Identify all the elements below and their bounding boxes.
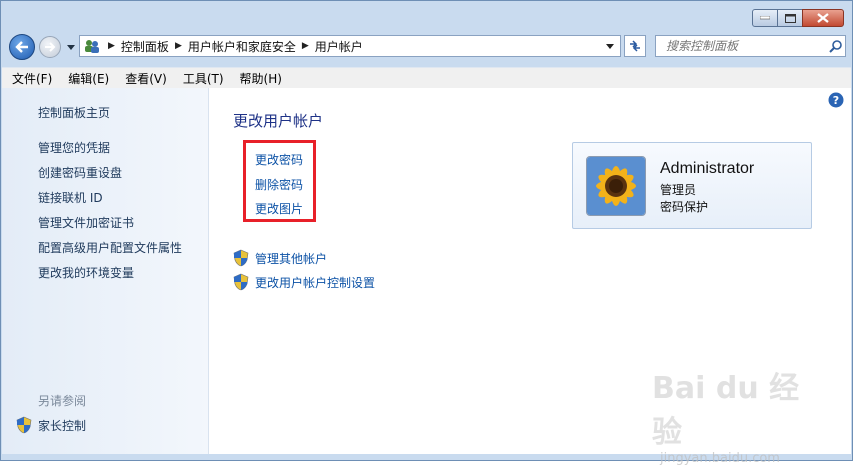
svg-text:?: ? <box>833 94 839 107</box>
parental-controls-label: 家长控制 <box>38 418 87 433</box>
back-button[interactable] <box>9 34 35 60</box>
close-icon <box>817 13 829 23</box>
user-account-card: Administrator 管理员 密码保护 <box>572 142 812 229</box>
sidebar-item-manage-credentials[interactable]: 管理您的凭据 <box>38 139 110 156</box>
search-input[interactable] <box>664 38 828 54</box>
refresh-icon <box>630 40 640 52</box>
breadcrumb-user-accounts[interactable]: 用户帐户 <box>315 38 363 55</box>
sidebar-item-environment-variables[interactable]: 更改我的环境变量 <box>38 264 134 281</box>
shield-icon <box>16 416 32 434</box>
see-also-heading: 另请参阅 <box>38 394 87 408</box>
maximize-button[interactable] <box>777 9 803 27</box>
breadcrumb-control-panel[interactable]: 控制面板 <box>121 38 169 55</box>
sidebar: 控制面板主页 管理您的凭据 创建密码重设盘 链接联机 ID 管理文件加密证书 配… <box>2 88 209 454</box>
content-area: 控制面板主页 管理您的凭据 创建密码重设盘 链接联机 ID 管理文件加密证书 配… <box>2 88 851 466</box>
sidebar-item-password-reset-disk[interactable]: 创建密码重设盘 <box>38 164 122 181</box>
address-bar[interactable]: ▶ 控制面板 ▶ 用户帐户和家庭安全 ▶ 用户帐户 <box>79 35 621 57</box>
chevron-down-icon <box>606 43 614 49</box>
user-role: 管理员 <box>660 183 697 197</box>
breadcrumb-separator-icon[interactable]: ▶ <box>175 41 182 51</box>
sidebar-item-parental-controls[interactable]: 家长控制 <box>16 416 86 434</box>
change-password-link[interactable]: 更改密码 <box>255 151 303 168</box>
sunflower-picture-icon <box>587 157 645 215</box>
recent-pages-button[interactable] <box>65 41 77 53</box>
shield-icon <box>233 249 249 267</box>
manage-other-accounts-label: 管理其他帐户 <box>255 251 328 266</box>
navigation-bar: ▶ 控制面板 ▶ 用户帐户和家庭安全 ▶ 用户帐户 <box>9 34 846 60</box>
breadcrumb-user-accounts-family[interactable]: 用户帐户和家庭安全 <box>188 38 296 55</box>
sidebar-item-advanced-profile-properties[interactable]: 配置高级用户配置文件属性 <box>38 239 182 256</box>
uac-settings-label: 更改用户帐户控制设置 <box>255 275 376 290</box>
avatar <box>586 156 646 216</box>
maximize-icon <box>784 13 796 23</box>
sidebar-item-link-online-id[interactable]: 链接联机 ID <box>38 189 103 206</box>
forward-button[interactable] <box>39 36 61 58</box>
address-dropdown-button[interactable] <box>600 36 620 56</box>
search-icon <box>828 39 842 53</box>
page-title: 更改用户帐户 <box>233 112 324 130</box>
menu-file[interactable]: 文件(F) <box>2 70 58 87</box>
caption-buttons <box>752 9 844 27</box>
menu-tools[interactable]: 工具(T) <box>173 70 230 87</box>
menu-bar: 文件(F) 编辑(E) 查看(V) 工具(T) 帮助(H) <box>2 67 851 89</box>
watermark-logo: Bai du 经验 <box>652 371 800 450</box>
watermark-url: jingyan.baidu.com <box>660 451 780 466</box>
breadcrumb-separator-icon: ▶ <box>108 41 115 51</box>
explorer-window: ▶ 控制面板 ▶ 用户帐户和家庭安全 ▶ 用户帐户 文件(F) 编辑(E) <box>0 0 853 466</box>
search-box[interactable] <box>655 35 846 57</box>
sidebar-item-control-panel-home[interactable]: 控制面板主页 <box>38 104 110 121</box>
help-icon[interactable]: ? <box>828 92 844 108</box>
remove-password-link[interactable]: 删除密码 <box>255 176 303 193</box>
uac-settings-link[interactable]: 更改用户帐户控制设置 <box>233 273 375 291</box>
chevron-down-icon <box>67 44 75 50</box>
forward-arrow-icon <box>45 42 56 52</box>
watermark: Bai du 经验 jingyan.baidu.com <box>652 363 812 466</box>
close-button[interactable] <box>802 9 844 27</box>
minimize-button[interactable] <box>752 9 778 27</box>
manage-other-accounts-link[interactable]: 管理其他帐户 <box>233 249 327 267</box>
menu-view[interactable]: 查看(V) <box>115 70 173 87</box>
breadcrumb-separator-icon[interactable]: ▶ <box>302 41 309 51</box>
menu-edit[interactable]: 编辑(E) <box>58 70 115 87</box>
menu-help[interactable]: 帮助(H) <box>230 70 288 87</box>
minimize-icon <box>760 16 770 20</box>
change-picture-link[interactable]: 更改图片 <box>255 200 303 217</box>
control-panel-users-icon <box>82 36 102 56</box>
search-button[interactable] <box>827 38 843 54</box>
user-name: Administrator <box>660 160 755 177</box>
sidebar-item-file-encryption-certificates[interactable]: 管理文件加密证书 <box>38 214 134 231</box>
password-status: 密码保护 <box>660 200 709 214</box>
refresh-button[interactable] <box>624 35 646 57</box>
back-arrow-icon <box>15 41 28 53</box>
shield-icon <box>233 273 249 291</box>
